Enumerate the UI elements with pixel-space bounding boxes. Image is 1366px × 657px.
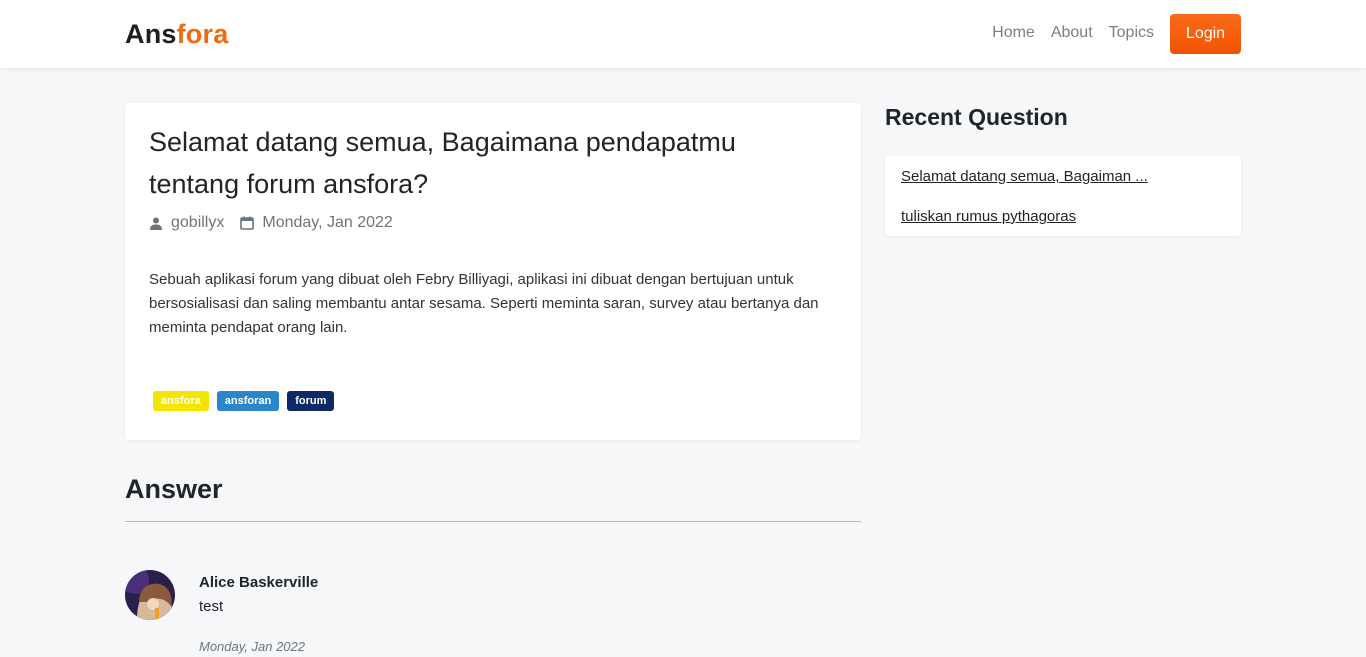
recent-question-card: Selamat datang semua, Bagaiman ... tulis… bbox=[885, 156, 1241, 236]
recent-question-link[interactable]: Selamat datang semua, Bagaiman ... bbox=[901, 168, 1148, 185]
answer-heading: Answer bbox=[125, 474, 223, 504]
nav-home-link[interactable]: Home bbox=[992, 24, 1035, 42]
question-title: Selamat datang semua, Bagaimana pendapat… bbox=[149, 127, 736, 199]
navbar: Ansfora Home About Topics Login bbox=[0, 0, 1366, 68]
answer-text: test bbox=[199, 598, 224, 615]
recent-question-link[interactable]: tuliskan rumus pythagoras bbox=[901, 208, 1076, 225]
question-meta: gobillyx Monday, Jan 2022 bbox=[149, 214, 393, 232]
nav-about-link[interactable]: About bbox=[1051, 24, 1093, 42]
answer-author[interactable]: Alice Baskerville bbox=[199, 574, 318, 591]
question-body: Sebuah aplikasi forum yang dibuat oleh F… bbox=[149, 271, 819, 336]
brand-logo[interactable]: Ansfora bbox=[125, 19, 228, 50]
nav-links: Home About Topics bbox=[992, 24, 1154, 42]
brand-part-2: fora bbox=[176, 19, 229, 49]
calendar-icon bbox=[240, 216, 255, 230]
recent-question-heading: Recent Question bbox=[885, 104, 1068, 130]
user-icon bbox=[149, 216, 163, 230]
tag-ansforan[interactable]: ansforan bbox=[216, 391, 280, 411]
login-button[interactable]: Login bbox=[1170, 14, 1241, 54]
answer-date: Monday, Jan 2022 bbox=[199, 639, 305, 654]
question-author[interactable]: gobillyx bbox=[171, 214, 224, 232]
answer-divider bbox=[125, 521, 861, 522]
question-date: Monday, Jan 2022 bbox=[262, 214, 393, 231]
tag-ansfora[interactable]: ansfora bbox=[153, 391, 209, 411]
nav-topics-link[interactable]: Topics bbox=[1109, 24, 1154, 42]
avatar bbox=[125, 570, 175, 620]
tag-list: ansfora ansforan forum bbox=[153, 391, 335, 411]
brand-part-1: Ans bbox=[125, 19, 177, 49]
question-card: Selamat datang semua, Bagaimana pendapat… bbox=[125, 103, 861, 440]
tag-forum[interactable]: forum bbox=[287, 391, 335, 411]
